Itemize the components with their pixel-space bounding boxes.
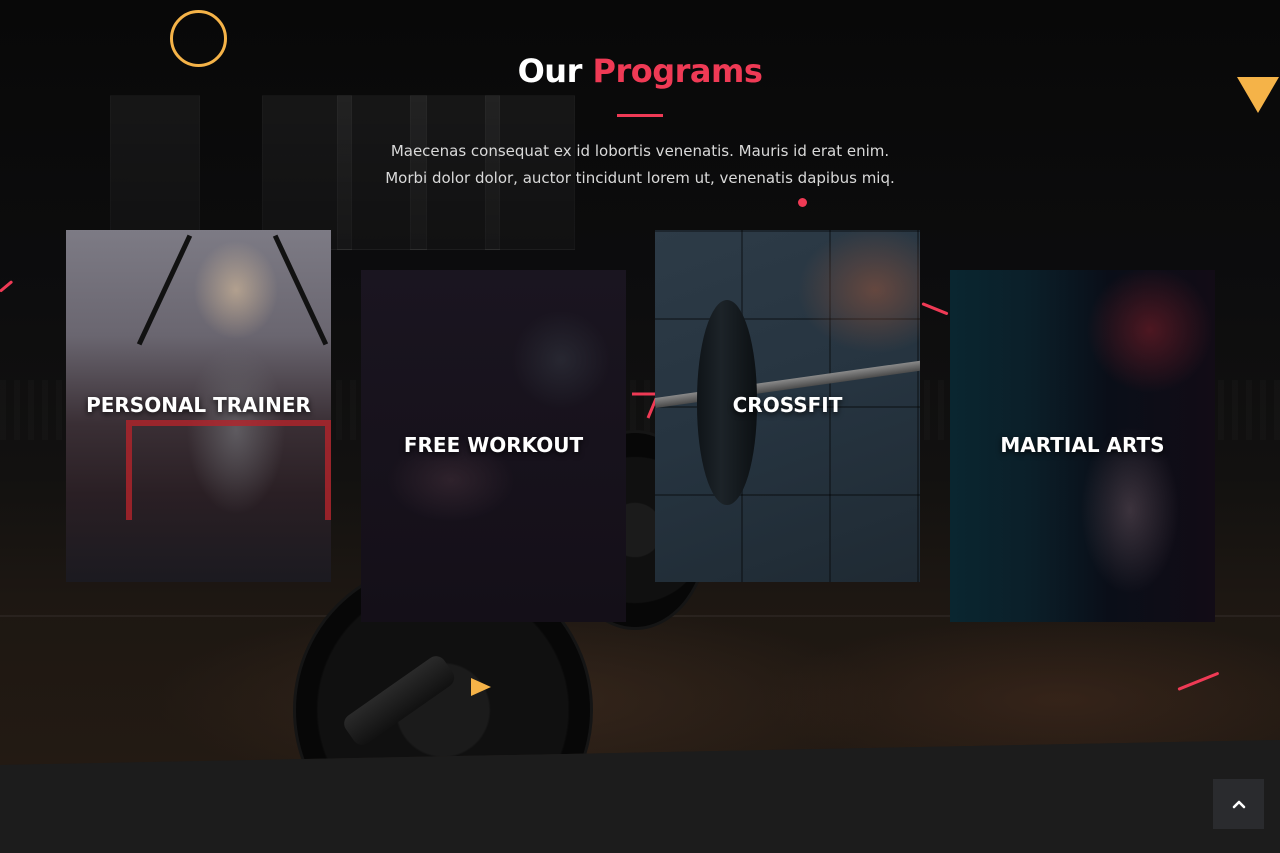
decor-triangle-small [471,678,491,696]
background-window [110,95,200,250]
program-label: CROSSFIT [732,393,843,417]
section-title-accent: Programs [592,52,763,90]
subtitle-line: Maecenas consequat ex id lobortis venena… [390,142,890,160]
section-title: Our Programs [0,52,1280,90]
chevron-up-icon [1232,800,1245,809]
subtitle-line: Morbi dolor dolor, auctor tincidunt lore… [385,169,895,187]
program-label: PERSONAL TRAINER [86,393,311,417]
section-subtitle: Maecenas consequat ex id lobortis venena… [340,138,940,192]
back-to-top-button[interactable] [1213,779,1264,829]
program-card-crossfit[interactable]: CROSSFIT [655,230,920,582]
program-card-martial-arts[interactable]: MARTIAL ARTS [950,270,1215,622]
title-underline [617,114,663,117]
program-card-free-workout[interactable]: FREE WORKOUT [361,270,626,622]
squat-rack [126,420,331,520]
program-label: MARTIAL ARTS [1000,433,1165,457]
program-card-personal-trainer[interactable]: PERSONAL TRAINER [66,230,331,582]
program-label: FREE WORKOUT [403,433,584,457]
decor-dot [798,198,807,207]
section-title-plain: Our [517,52,593,90]
programs-section: Our Programs Maecenas consequat ex id lo… [0,0,1280,853]
